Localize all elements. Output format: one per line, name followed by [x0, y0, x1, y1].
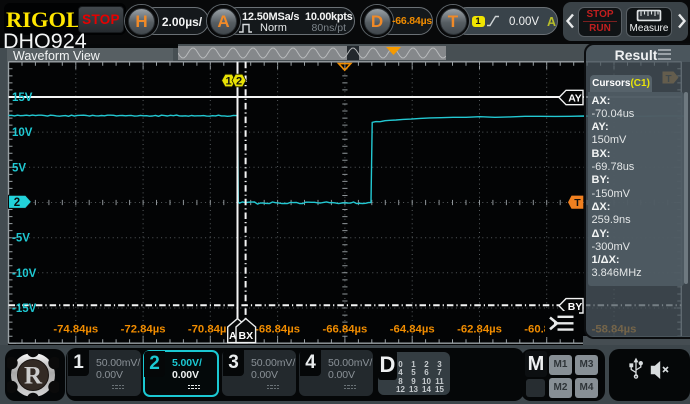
svg-text:1: 1 [226, 76, 232, 88]
svg-text:2: 2 [14, 197, 20, 209]
svg-text:-68.84µs: -68.84µs [255, 324, 300, 336]
svg-text:15V: 15V [12, 92, 33, 104]
svg-text:-74.84µs: -74.84µs [53, 324, 98, 336]
svg-text:AY: AY [568, 93, 582, 105]
svg-text:10V: 10V [12, 127, 33, 139]
svg-text:-72.84µs: -72.84µs [121, 324, 166, 336]
svg-text:-64.84µs: -64.84µs [390, 324, 435, 336]
svg-text:-66.84µs: -66.84µs [322, 324, 367, 336]
svg-text:2: 2 [236, 76, 242, 88]
svg-text:BX: BX [239, 330, 254, 342]
svg-text:-70.84µs: -70.84µs [188, 324, 233, 336]
svg-text:-10V: -10V [12, 268, 37, 280]
svg-text:-15V: -15V [12, 303, 37, 315]
svg-text:-5V: -5V [12, 233, 30, 245]
svg-text:T: T [574, 197, 581, 209]
svg-text:R: R [24, 363, 43, 390]
svg-text:5V: 5V [12, 162, 26, 174]
svg-text:-62.84µs: -62.84µs [457, 324, 502, 336]
